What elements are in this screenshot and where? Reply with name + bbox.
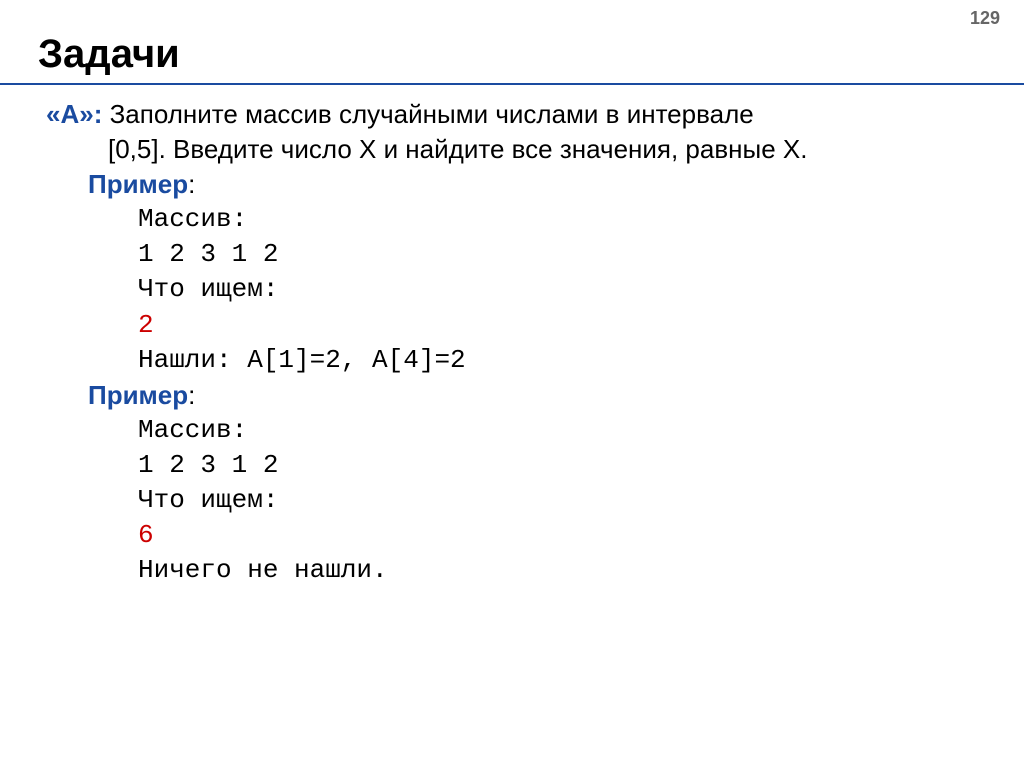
example-1-colon: : — [188, 169, 195, 199]
example-2-label: Пример: — [46, 378, 1024, 413]
content-area: «A»: Заполните массив случайными числами… — [0, 97, 1024, 588]
page-title: Задачи — [0, 0, 1024, 83]
example-1-label: Пример: — [46, 167, 1024, 202]
example-1-line-4: 2 — [138, 308, 1024, 343]
title-divider — [0, 83, 1024, 85]
example-2-line-4: 6 — [138, 518, 1024, 553]
page-number: 129 — [970, 8, 1000, 29]
task-text-1: Заполните массив случайными числами в ин… — [102, 99, 753, 129]
example-2-line-1: Массив: — [138, 413, 1024, 448]
example-2-word: Пример — [88, 380, 188, 410]
example-1-line-2: 1 2 3 1 2 — [138, 237, 1024, 272]
example-2-line-2: 1 2 3 1 2 — [138, 448, 1024, 483]
example-1-word: Пример — [88, 169, 188, 199]
task-text-2: [0,5]. Введите число X и найдите все зна… — [46, 132, 1024, 167]
task-label: «A»: — [46, 99, 102, 129]
example-1-line-3: Что ищем: — [138, 272, 1024, 307]
example-2-line-3: Что ищем: — [138, 483, 1024, 518]
example-1-line-1: Массив: — [138, 202, 1024, 237]
example-2-line-5: Ничего не нашли. — [138, 553, 1024, 588]
example-1-block: Массив: 1 2 3 1 2 Что ищем: 2 Нашли: A[1… — [46, 202, 1024, 377]
example-2-colon: : — [188, 380, 195, 410]
task-line-1: «A»: Заполните массив случайными числами… — [46, 97, 1024, 132]
example-2-block: Массив: 1 2 3 1 2 Что ищем: 6 Ничего не … — [46, 413, 1024, 588]
example-1-line-5: Нашли: A[1]=2, A[4]=2 — [138, 343, 1024, 378]
